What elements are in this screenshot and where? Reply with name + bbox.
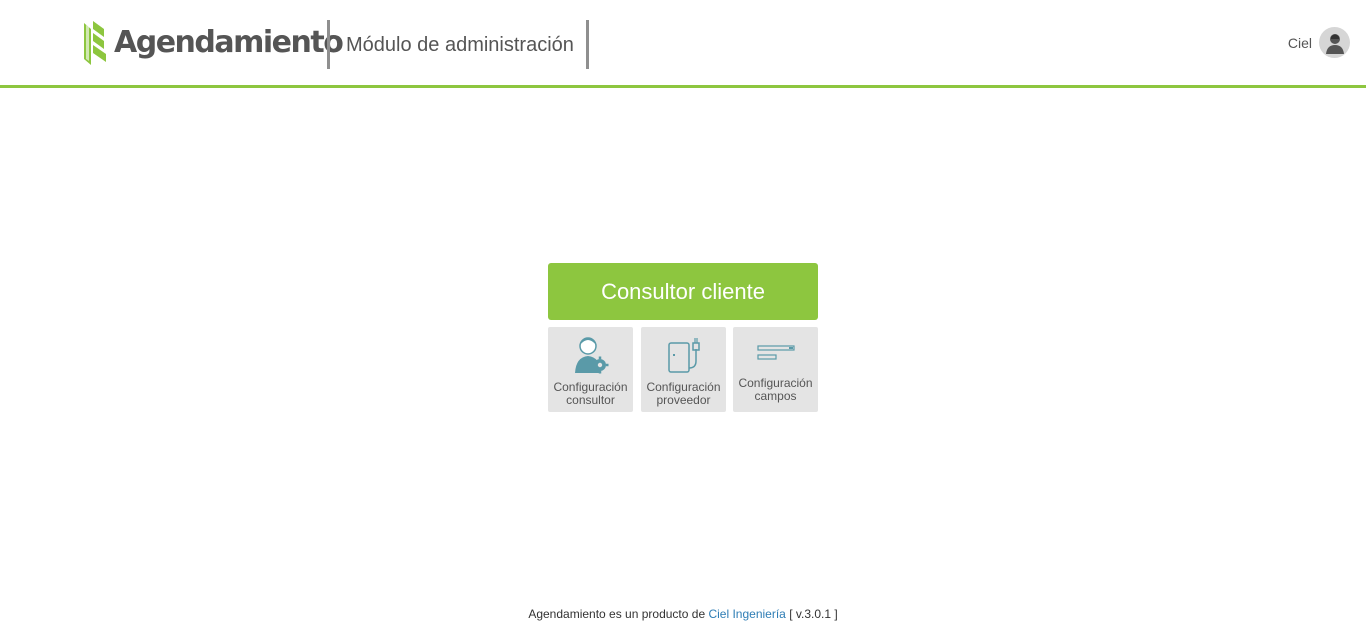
user-name: Ciel <box>1287 34 1312 51</box>
tile-label: Configuración campos <box>738 376 813 403</box>
page-title: Módulo de administración <box>346 34 574 56</box>
header-divider <box>586 20 589 69</box>
user-avatar-icon <box>1325 33 1344 54</box>
user-menu[interactable]: Ciel <box>1288 27 1350 58</box>
top-header: Agendamiento Módulo de administración Ci… <box>0 0 1366 88</box>
version-label: [ v.3.0.1 ] <box>789 607 838 621</box>
tile-configuracion-campos[interactable]: Configuración campos <box>733 327 818 412</box>
device-plug-icon <box>667 338 700 373</box>
consultor-cliente-button[interactable]: Consultor cliente <box>548 263 818 320</box>
form-fields-icon <box>756 345 795 360</box>
logo-mark-icon <box>84 21 106 65</box>
tile-label: Configuración proveedor <box>646 380 721 407</box>
tile-configuracion-consultor[interactable]: Configuración consultor <box>548 327 633 412</box>
user-gear-icon <box>574 337 608 374</box>
header-divider <box>327 20 330 69</box>
brand-name: Agendamiento <box>114 25 344 60</box>
avatar[interactable] <box>1319 27 1350 58</box>
footer-text: Agendamiento es un producto de <box>528 607 706 621</box>
footer: Agendamiento es un producto de Ciel Inge… <box>0 607 1366 621</box>
tile-label: Configuración consultor <box>553 380 628 407</box>
brand-logo[interactable]: Agendamiento <box>82 19 344 67</box>
tile-configuracion-proveedor[interactable]: Configuración proveedor <box>641 327 726 412</box>
ciel-ingenieria-link[interactable]: Ciel Ingeniería <box>708 607 785 621</box>
